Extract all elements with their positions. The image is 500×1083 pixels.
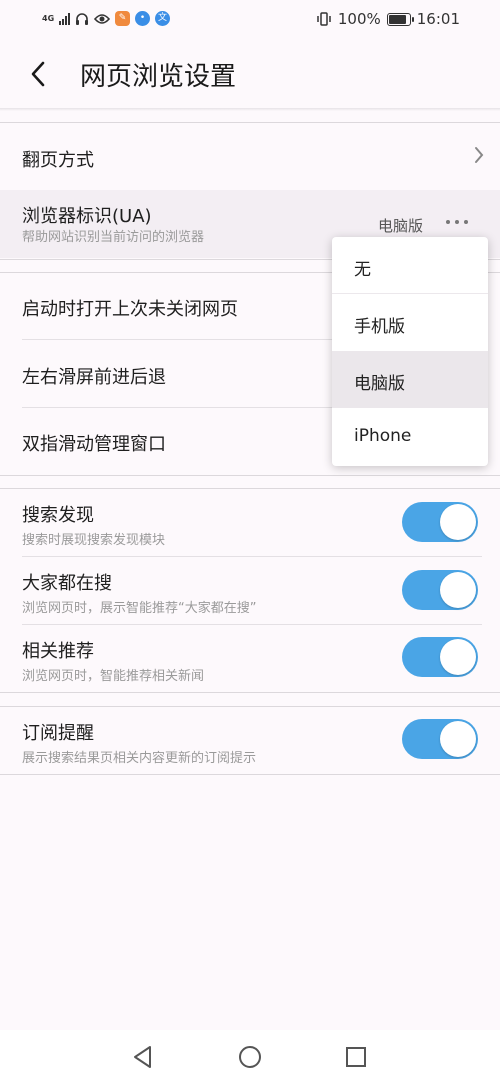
trending-label: 大家都在搜 [22,573,112,594]
vibrate-icon [317,12,331,26]
toggle-knob [440,572,476,608]
battery-percent: 100% [337,10,381,28]
back-button[interactable] [20,56,56,92]
ua-description: 帮助网站识别当前访问的浏览器 [22,230,205,245]
swipe-nav-label: 左右滑屏前进后退 [22,367,166,388]
battery-icon [386,12,414,26]
back-arrow-icon [31,61,45,87]
home-circle-icon[interactable] [237,1044,263,1070]
related-label: 相关推荐 [22,641,94,662]
subscription-toggle[interactable] [402,719,478,759]
ua-option-label: 手机版 [354,317,405,337]
toggle-knob [440,504,476,540]
page-turn-row[interactable]: 翻页方式 [22,122,484,190]
ua-current-value: 电脑版 [378,217,424,235]
chevron-right-icon [475,147,484,163]
headset-icon [76,12,88,25]
eye-icon [94,13,110,24]
ua-option-label: 电脑版 [354,374,405,394]
ua-dropdown-menu: 无 手机版 电脑版 iPhone [332,237,488,466]
page-turn-label: 翻页方式 [22,150,94,171]
ua-option-desktop[interactable]: 电脑版 [332,351,488,408]
clock: 16:01 [416,10,460,28]
toggle-knob [440,721,476,757]
recents-square-icon[interactable] [343,1044,369,1070]
two-finger-label: 双指滑动管理窗口 [22,434,166,455]
subscription-label: 订阅提醒 [22,723,94,744]
more-icon[interactable] [446,220,468,224]
trending-toggle[interactable] [402,570,478,610]
ua-label: 浏览器标识(UA) [22,206,152,227]
ua-option-mobile[interactable]: 手机版 [332,294,488,351]
system-nav-bar [0,1030,500,1083]
search-discovery-description: 搜索时展现搜索发现模块 [22,533,166,548]
search-discovery-toggle[interactable] [402,502,478,542]
status-right: 100% 16:01 [316,10,460,28]
related-toggle[interactable] [402,637,478,677]
ua-option-none[interactable]: 无 [332,237,488,294]
toggle-knob [440,639,476,675]
back-triangle-icon[interactable] [130,1044,156,1070]
app-icon: ✎ [115,11,130,26]
status-left: 4G ✎ • 文 [42,11,170,26]
ua-option-label: 无 [354,260,371,280]
app-bar: 网页浏览设置 [0,38,500,108]
trending-description: 浏览网页时，展示智能推荐“大家都在搜” [22,601,257,616]
app-bar-shadow [0,108,500,111]
page-title: 网页浏览设置 [80,62,237,92]
translate-icon: 文 [155,11,170,26]
network-type: 4G [42,13,55,23]
ua-option-label: iPhone [354,426,412,446]
subscription-description: 展示搜索结果页相关内容更新的订阅提示 [22,751,257,766]
signal-icon [59,12,70,25]
status-bar: 4G ✎ • 文 100% 16:01 [0,0,500,38]
search-discovery-label: 搜索发现 [22,505,94,526]
restore-tabs-label: 启动时打开上次未关闭网页 [22,299,238,320]
baidu-icon: • [135,11,150,26]
ua-option-iphone[interactable]: iPhone [332,408,488,465]
related-description: 浏览网页时，智能推荐相关新闻 [22,669,205,684]
